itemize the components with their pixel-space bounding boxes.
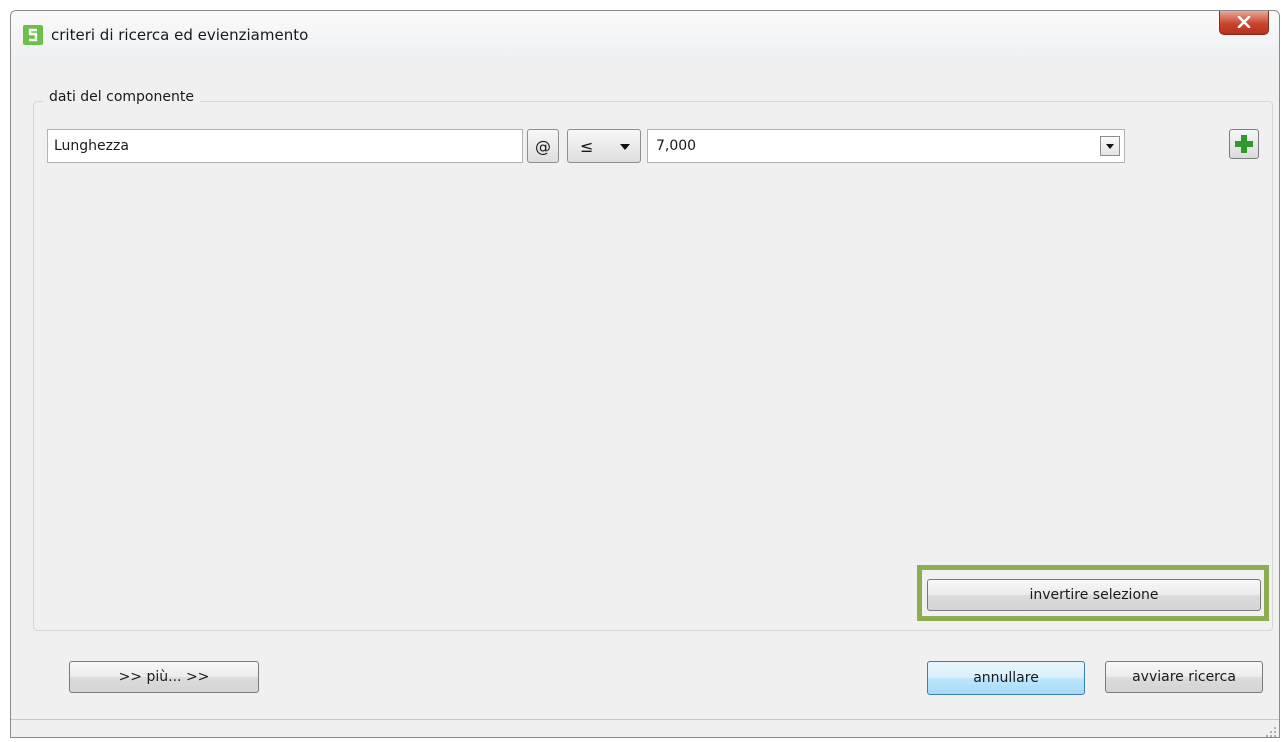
start-search-button[interactable]: avviare ricerca xyxy=(1105,661,1263,693)
chevron-down-icon xyxy=(620,144,630,150)
dialog-window: criteri di ricerca ed evienziamento dati… xyxy=(10,10,1280,738)
cancel-button[interactable]: annullare xyxy=(927,661,1085,695)
group-legend: dati del componente xyxy=(43,89,200,105)
app-logo-icon xyxy=(23,25,43,45)
operator-value: ≤ xyxy=(580,136,594,156)
close-icon xyxy=(1237,16,1251,28)
value-text: 7,000 xyxy=(656,138,697,154)
invert-selection-button[interactable]: invertire selezione xyxy=(927,579,1261,611)
status-bar xyxy=(11,719,1279,738)
dialog-content: dati del componente Lunghezza @ ≤ 7,000 … xyxy=(11,59,1279,738)
chevron-down-icon xyxy=(1106,144,1114,149)
value-combobox[interactable]: 7,000 xyxy=(647,129,1125,163)
more-options-button[interactable]: >> più... >> xyxy=(69,661,259,693)
title-bar[interactable]: criteri di ricerca ed evienziamento xyxy=(11,11,1279,60)
component-data-group xyxy=(33,101,1273,631)
value-dropdown-button[interactable] xyxy=(1100,136,1120,156)
at-button[interactable]: @ xyxy=(527,129,559,163)
add-criterion-button[interactable] xyxy=(1229,129,1259,159)
plus-icon xyxy=(1235,135,1253,153)
operator-select[interactable]: ≤ xyxy=(567,129,641,163)
window-title: criteri di ricerca ed evienziamento xyxy=(51,26,309,44)
resize-grip-icon[interactable] xyxy=(1265,726,1277,738)
close-button[interactable] xyxy=(1219,11,1269,35)
field-name-input[interactable]: Lunghezza xyxy=(47,129,523,163)
